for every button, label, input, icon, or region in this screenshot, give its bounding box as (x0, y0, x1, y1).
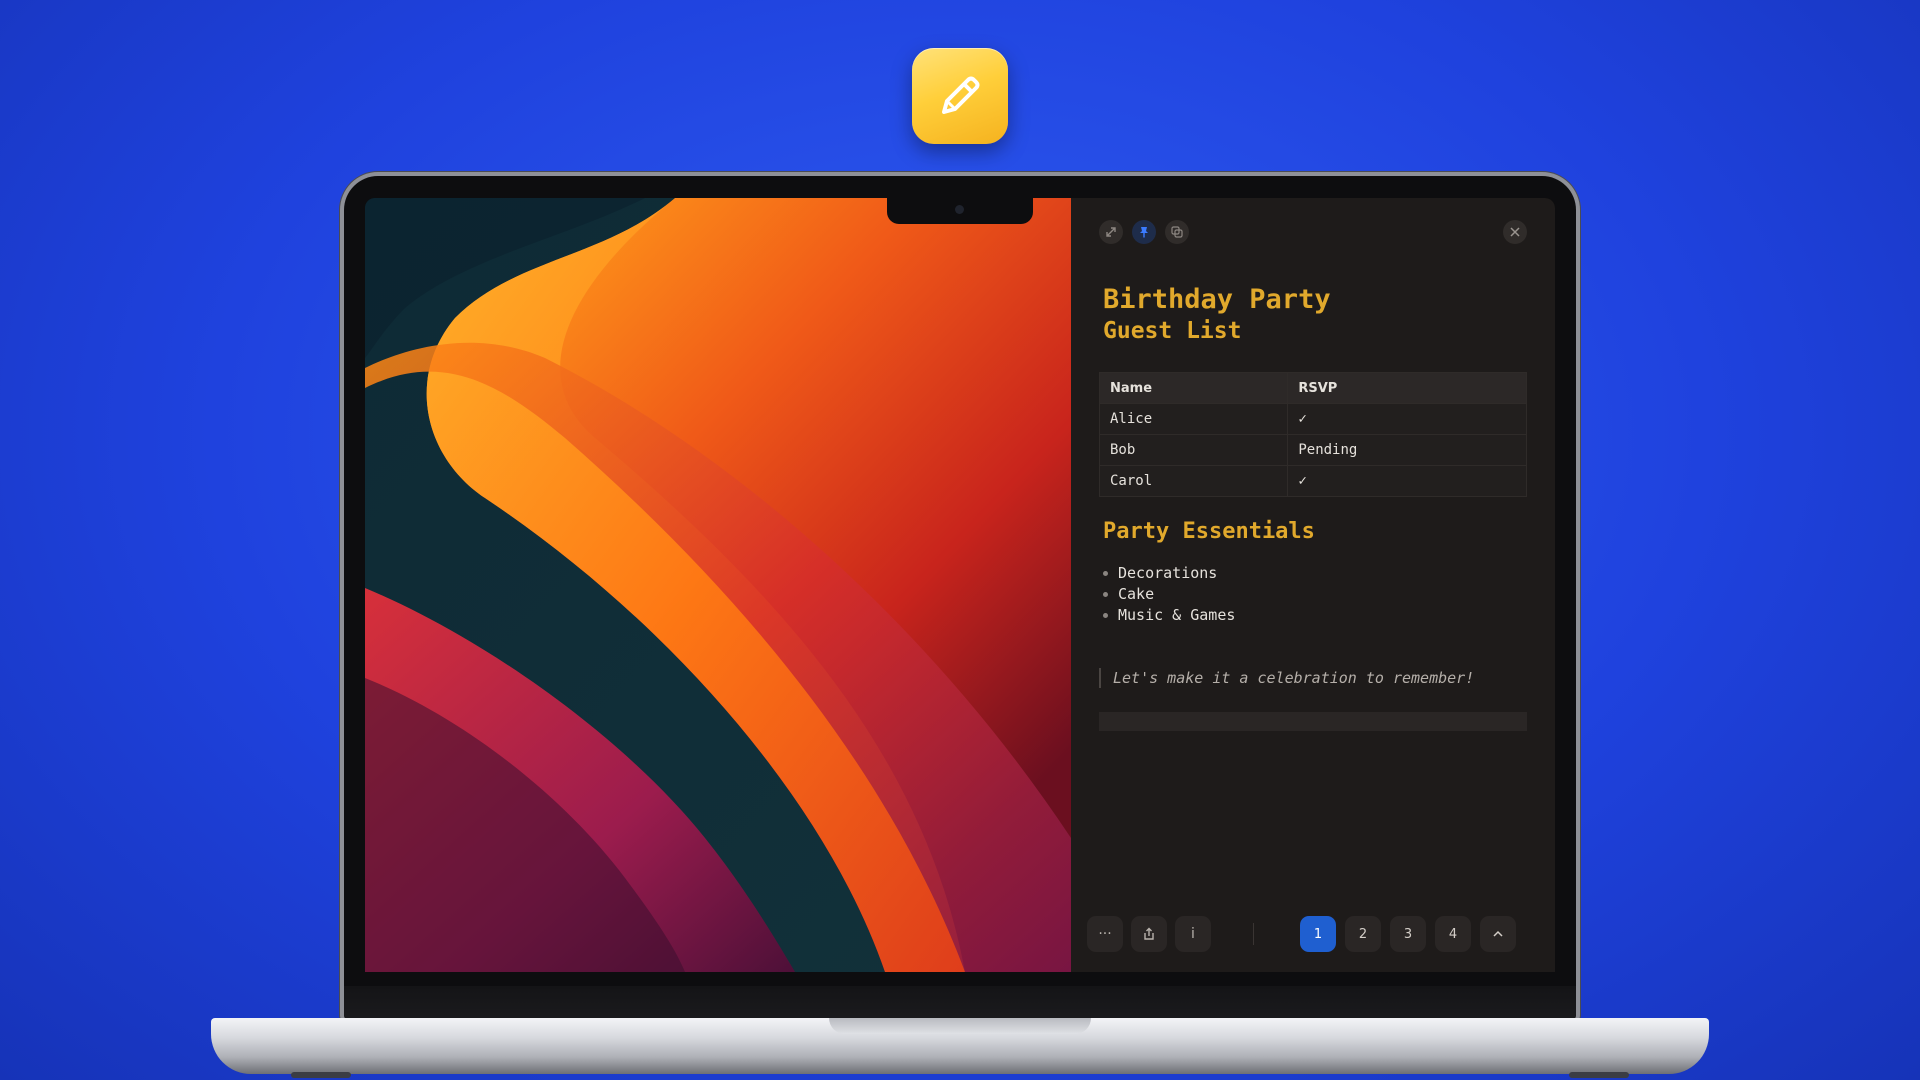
pin-button[interactable] (1132, 220, 1156, 244)
table-cell: ✓ (1287, 403, 1527, 435)
list-item-text: Decorations (1118, 564, 1218, 582)
table-header-row: Name RSVP (1098, 372, 1527, 404)
bullet-icon (1103, 613, 1108, 618)
page-button-1[interactable]: 1 (1300, 916, 1336, 952)
laptop-lid: Birthday Party Guest List Name RSVP Alic… (344, 176, 1576, 1021)
camera-icon (955, 205, 964, 214)
table-row: Bob Pending (1098, 434, 1527, 466)
essentials-heading: Party Essentials (1103, 519, 1315, 544)
desktop-wallpaper (365, 198, 1071, 972)
close-icon (1510, 227, 1520, 237)
table-header: RSVP (1287, 372, 1527, 404)
share-icon (1144, 927, 1154, 940)
camera-notch (887, 198, 1033, 224)
share-button[interactable] (1131, 916, 1167, 952)
table-cell: Bob (1098, 434, 1289, 466)
panel-toolbar (1099, 220, 1189, 244)
list-item: Decorations (1103, 563, 1235, 584)
table-row: Alice ✓ (1098, 403, 1527, 435)
table-row: Carol ✓ (1098, 465, 1527, 497)
pencil-icon (942, 76, 980, 114)
close-button[interactable] (1503, 220, 1527, 244)
copy-button[interactable] (1165, 220, 1189, 244)
list-item-text: Cake (1118, 585, 1155, 603)
pin-icon (1140, 227, 1148, 238)
page-button-2[interactable]: 2 (1345, 916, 1381, 952)
notes-panel: Birthday Party Guest List Name RSVP Alic… (1071, 198, 1555, 972)
list-item: Cake (1103, 584, 1235, 605)
expand-button[interactable] (1099, 220, 1123, 244)
table-cell: Carol (1098, 465, 1289, 497)
list-item: Music & Games (1103, 605, 1235, 626)
bullet-icon (1103, 571, 1108, 576)
guest-table: Name RSVP Alice ✓ Bob Pending Carol ✓ (1098, 372, 1527, 497)
laptop-foot (291, 1072, 351, 1078)
blockquote: Let's make it a celebration to remember! (1099, 668, 1474, 688)
bullet-icon (1103, 592, 1108, 597)
table-header: Name (1098, 372, 1289, 404)
notes-app-icon[interactable] (912, 48, 1008, 144)
empty-input-area[interactable] (1099, 712, 1527, 731)
note-subtitle: Guest List (1103, 318, 1242, 344)
toolbar-divider (1253, 923, 1254, 945)
laptop-chin (344, 986, 1576, 1021)
laptop-base (211, 1018, 1709, 1078)
page-button-3[interactable]: 3 (1390, 916, 1426, 952)
more-button[interactable]: ··· (1087, 916, 1123, 952)
laptop-foot (1569, 1072, 1629, 1078)
table-cell: ✓ (1287, 465, 1527, 497)
expand-icon (1106, 227, 1116, 237)
collapse-button[interactable] (1480, 916, 1516, 952)
screen: Birthday Party Guest List Name RSVP Alic… (365, 198, 1555, 972)
essentials-list: Decorations Cake Music & Games (1103, 563, 1235, 626)
note-title: Birthday Party (1103, 284, 1331, 315)
copy-icon (1171, 226, 1183, 238)
info-button[interactable]: i (1175, 916, 1211, 952)
page-button-4[interactable]: 4 (1435, 916, 1471, 952)
table-cell: Pending (1287, 434, 1527, 466)
chevron-up-icon (1493, 930, 1503, 937)
laptop-opening-notch (829, 1018, 1091, 1034)
table-cell: Alice (1098, 403, 1289, 435)
list-item-text: Music & Games (1118, 606, 1236, 624)
bottom-toolbar: ··· i 1 2 3 4 (1087, 916, 1539, 952)
